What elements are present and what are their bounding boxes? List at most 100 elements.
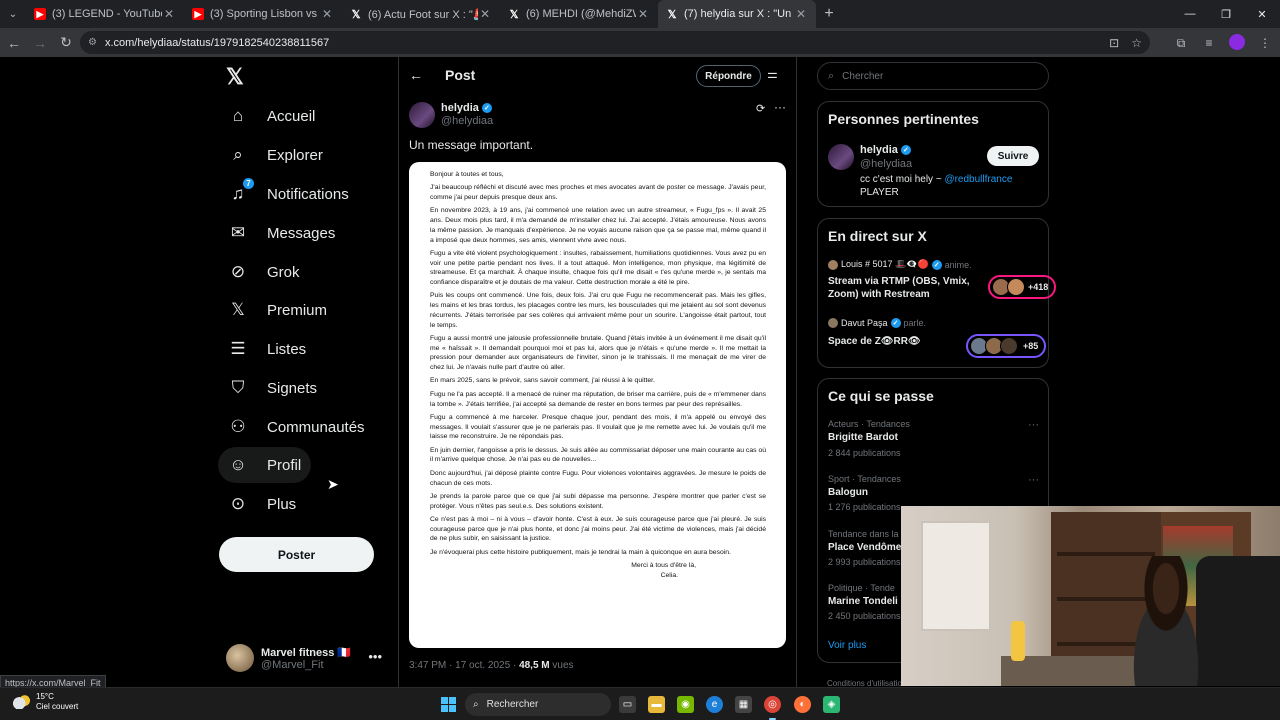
x-logo-icon[interactable]: 𝕏: [226, 64, 244, 90]
nav-item-lists[interactable]: ☰ Listes: [218, 331, 316, 367]
media-icon[interactable]: ≡: [1200, 36, 1218, 50]
nav-item-premium[interactable]: 𝕏 Premium: [218, 292, 337, 328]
reply-button[interactable]: Répondre: [696, 65, 761, 87]
browser-menu-icon[interactable]: ⋮: [1256, 36, 1274, 50]
card-title: Ce qui se passe: [828, 388, 934, 404]
extensions-icon[interactable]: ⧉: [1172, 36, 1190, 51]
more-horizontal-icon[interactable]: ···: [774, 100, 786, 114]
nvidia-icon[interactable]: ◉: [677, 696, 694, 713]
nav-item-profile[interactable]: ☺ Profil: [218, 447, 312, 483]
more-horizontal-icon[interactable]: •••: [368, 649, 382, 664]
profile-avatar[interactable]: [1228, 33, 1246, 53]
sliders-icon[interactable]: ⚌: [767, 67, 778, 81]
post-author[interactable]: helydia ✓ @helydiaa: [409, 102, 493, 128]
post-timestamp[interactable]: 3:47 PM · 17 oct. 2025 ·: [409, 660, 519, 671]
post-button[interactable]: Poster: [219, 537, 374, 572]
user-handle[interactable]: @helydiaa: [860, 158, 912, 170]
forward-arrow-icon[interactable]: →: [28, 31, 52, 55]
live-host[interactable]: Davut Paşa ✓ parle.: [828, 318, 926, 328]
webcam-door: [921, 521, 991, 631]
weather-widget[interactable]: 15°C Ciel couvert: [12, 692, 78, 712]
avatar: [1007, 278, 1025, 296]
trend-name[interactable]: Place Vendôme: [828, 542, 901, 553]
author-handle[interactable]: @helydiaa: [441, 115, 493, 127]
browser-tab[interactable]: ▶ (3) LEGEND - YouTube ✕: [26, 0, 184, 28]
more-horizontal-icon[interactable]: ···: [1028, 474, 1039, 486]
nav-item-communities[interactable]: ⚇ Communautés: [218, 409, 375, 445]
maximize-icon[interactable]: ❐: [1208, 0, 1244, 28]
taskbar-search[interactable]: ⌕ Rechercher: [465, 693, 611, 716]
grok-explain-icon[interactable]: ⟳: [756, 102, 765, 115]
nav-item-home[interactable]: ⌂ Accueil: [218, 98, 325, 134]
obs-app-icon[interactable]: ◈: [823, 696, 840, 713]
search-icon: ⌕: [233, 145, 243, 164]
search-input[interactable]: ⌕ Chercher: [817, 62, 1049, 90]
nav-item-bookmarks[interactable]: ⛉ Signets: [218, 370, 327, 406]
nav-item-grok[interactable]: ⊘ Grok: [218, 254, 310, 290]
live-title[interactable]: Stream via RTMP (OBS, Vmix, Zoom) with R…: [828, 275, 978, 301]
more-circle-icon: ⊙: [230, 494, 246, 513]
live-listeners-pill[interactable]: +418: [988, 275, 1057, 299]
live-host[interactable]: Louis # 5017 🎩👁️‍🗨️🔴 ✓ anime.: [828, 259, 972, 270]
reload-icon[interactable]: ↻: [54, 31, 78, 55]
back-arrow-icon[interactable]: ←: [2, 31, 26, 55]
chrome-icon[interactable]: ◎: [764, 696, 781, 720]
live-title[interactable]: Space de Z👁RR👁: [828, 335, 978, 348]
install-icon[interactable]: ⊡: [1109, 36, 1119, 50]
post-image-document[interactable]: Bonjour à toutes et tous, J'ai beaucoup …: [409, 162, 786, 648]
back-arrow-icon[interactable]: ←: [409, 67, 423, 83]
close-icon[interactable]: ✕: [794, 7, 808, 21]
trend-name[interactable]: Marine Tondeli: [828, 596, 898, 607]
more-horizontal-icon[interactable]: ···: [1028, 419, 1039, 431]
see-more-link[interactable]: Voir plus: [828, 640, 866, 651]
taskbar-search-label: Rechercher: [486, 699, 539, 710]
nav-label: Notifications: [267, 185, 349, 203]
document-greeting: Bonjour à toutes et tous,: [430, 171, 504, 178]
browser-tab[interactable]: ▶ (3) Sporting Lisbon vs Marseille ✕: [184, 0, 342, 28]
trend-name[interactable]: Balogun: [828, 487, 868, 498]
nav-item-more[interactable]: ⊙ Plus: [218, 486, 306, 522]
live-listeners-pill[interactable]: +85: [966, 334, 1047, 358]
nav-item-notifications[interactable]: ♫ 7 Notifications: [218, 176, 359, 212]
site-info-icon[interactable]: ⚙: [88, 37, 97, 48]
browser-tab[interactable]: 𝕏 (6) Actu Foot sur X : "🚨 L'OM ✕: [342, 0, 500, 28]
browser-tab-active[interactable]: 𝕏 (7) helydia sur X : "Un message ✕: [658, 0, 816, 28]
user-name[interactable]: helydia: [860, 144, 898, 156]
post-text: Un message important.: [409, 138, 534, 152]
author-name[interactable]: helydia: [441, 102, 479, 114]
close-icon[interactable]: ✕: [478, 7, 492, 21]
bio-mention-link[interactable]: @redbullfrance: [944, 174, 1012, 185]
close-icon[interactable]: ✕: [162, 7, 176, 21]
trend-name[interactable]: Brigitte Bardot: [828, 432, 898, 443]
nav-label: Communautés: [267, 418, 365, 436]
nav-item-explore[interactable]: ⌕ Explorer: [218, 137, 333, 173]
list-icon: ☰: [230, 339, 246, 358]
avatar[interactable]: [828, 144, 854, 170]
store-icon[interactable]: ▦: [735, 696, 752, 713]
windows-start-icon[interactable]: [441, 697, 456, 712]
envelope-icon: ✉: [230, 223, 246, 242]
edge-icon[interactable]: e: [706, 696, 723, 713]
window-close-icon[interactable]: ✕: [1244, 0, 1280, 28]
url-bar[interactable]: ⚙ x.com/helydiaa/status/1979182540238811…: [80, 31, 1150, 54]
user-bio: cc c'est moi hely ~ @redbullfrance PLAYE…: [860, 173, 1012, 199]
windows-taskbar: 15°C Ciel couvert ⌕ Rechercher ▭ ▬ ◉ e ▦…: [0, 687, 1280, 720]
close-icon[interactable]: ✕: [636, 7, 650, 21]
task-view-icon[interactable]: ▭: [619, 696, 636, 713]
live-on-x-card: En direct sur X Louis # 5017 🎩👁️‍🗨️🔴 ✓ a…: [817, 218, 1057, 368]
follow-button[interactable]: Suivre: [987, 146, 1039, 166]
account-switcher[interactable]: Marvel fitness 🇫🇷 @Marvel_Fit •••: [226, 643, 396, 673]
bookmark-star-icon[interactable]: ☆: [1131, 36, 1142, 50]
avatar[interactable]: [409, 102, 435, 128]
document-signature: Celia.: [660, 571, 678, 579]
minimize-icon[interactable]: —: [1172, 0, 1208, 28]
new-tab-icon[interactable]: +: [816, 5, 842, 23]
firefox-icon[interactable]: ◐: [794, 696, 811, 713]
tab-search-icon[interactable]: ⌄: [0, 0, 26, 28]
tab-title: (6) MEHDI (@MehdiZW) / X: [526, 8, 636, 20]
nav-item-messages[interactable]: ✉ Messages: [218, 215, 345, 251]
browser-tab[interactable]: 𝕏 (6) MEHDI (@MehdiZW) / X ✕: [500, 0, 658, 28]
close-icon[interactable]: ✕: [320, 7, 334, 21]
file-explorer-icon[interactable]: ▬: [648, 696, 665, 713]
trend-count: 2 993 publications: [828, 557, 901, 567]
